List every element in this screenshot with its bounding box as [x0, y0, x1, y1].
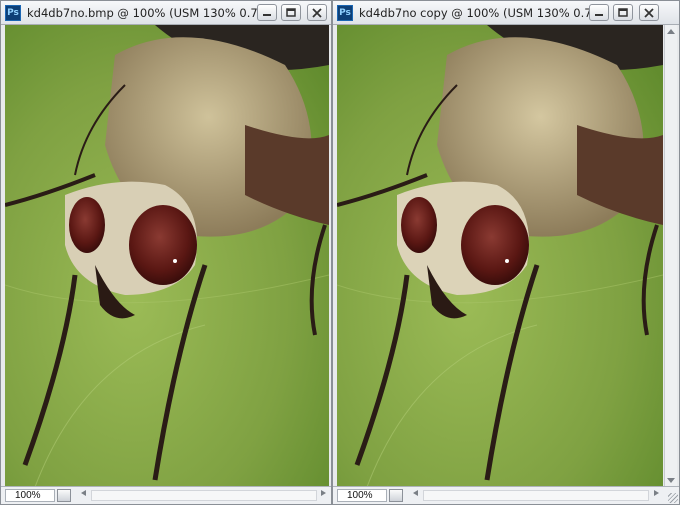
close-button[interactable]: [639, 4, 659, 21]
scroll-right-icon[interactable]: [654, 490, 659, 496]
restore-button[interactable]: [613, 4, 633, 21]
horizontal-scrollbar[interactable]: [91, 490, 317, 501]
status-menu-icon[interactable]: [389, 489, 403, 502]
horizontal-scrollbar[interactable]: [423, 490, 649, 501]
scroll-right-icon[interactable]: [321, 490, 326, 496]
zoom-field[interactable]: 100%: [337, 489, 387, 502]
vertical-scrollbar[interactable]: [664, 25, 677, 487]
status-menu-icon[interactable]: [57, 489, 71, 502]
title-bar[interactable]: Ps kd4db7no.bmp @ 100% (USM 130% 0.7 ...: [1, 1, 331, 25]
scroll-left-icon[interactable]: [413, 490, 418, 496]
scroll-down-icon[interactable]: [667, 478, 675, 483]
close-icon: [644, 7, 654, 18]
photoshop-icon: Ps: [337, 5, 353, 21]
scroll-up-icon[interactable]: [667, 29, 675, 34]
minimize-icon: [595, 13, 603, 16]
title-bar[interactable]: Ps kd4db7no copy @ 100% (USM 130% 0.7 ..…: [333, 1, 679, 25]
restore-button[interactable]: [281, 4, 301, 21]
image-canvas[interactable]: [5, 25, 329, 487]
scroll-left-icon[interactable]: [81, 490, 86, 496]
minimize-button[interactable]: [589, 4, 609, 21]
restore-icon: [618, 8, 628, 17]
minimize-button[interactable]: [257, 4, 277, 21]
restore-icon: [286, 8, 296, 17]
window-title: kd4db7no copy @ 100% (USM 130% 0.7 ...: [359, 6, 607, 20]
window-title: kd4db7no.bmp @ 100% (USM 130% 0.7 ...: [27, 6, 273, 20]
document-window-left[interactable]: Ps kd4db7no.bmp @ 100% (USM 130% 0.7 ...: [0, 0, 332, 505]
close-icon: [312, 7, 322, 18]
fly-photo: [5, 25, 329, 487]
image-canvas[interactable]: [337, 25, 663, 487]
zoom-field[interactable]: 100%: [5, 489, 55, 502]
photoshop-icon: Ps: [5, 5, 21, 21]
status-bar: 100%: [1, 486, 331, 504]
close-button[interactable]: [307, 4, 327, 21]
fly-photo: [337, 25, 663, 487]
resize-grip-icon[interactable]: [668, 493, 678, 503]
minimize-icon: [263, 13, 271, 16]
status-bar: 100%: [333, 486, 679, 504]
document-window-right[interactable]: Ps kd4db7no copy @ 100% (USM 130% 0.7 ..…: [332, 0, 680, 505]
